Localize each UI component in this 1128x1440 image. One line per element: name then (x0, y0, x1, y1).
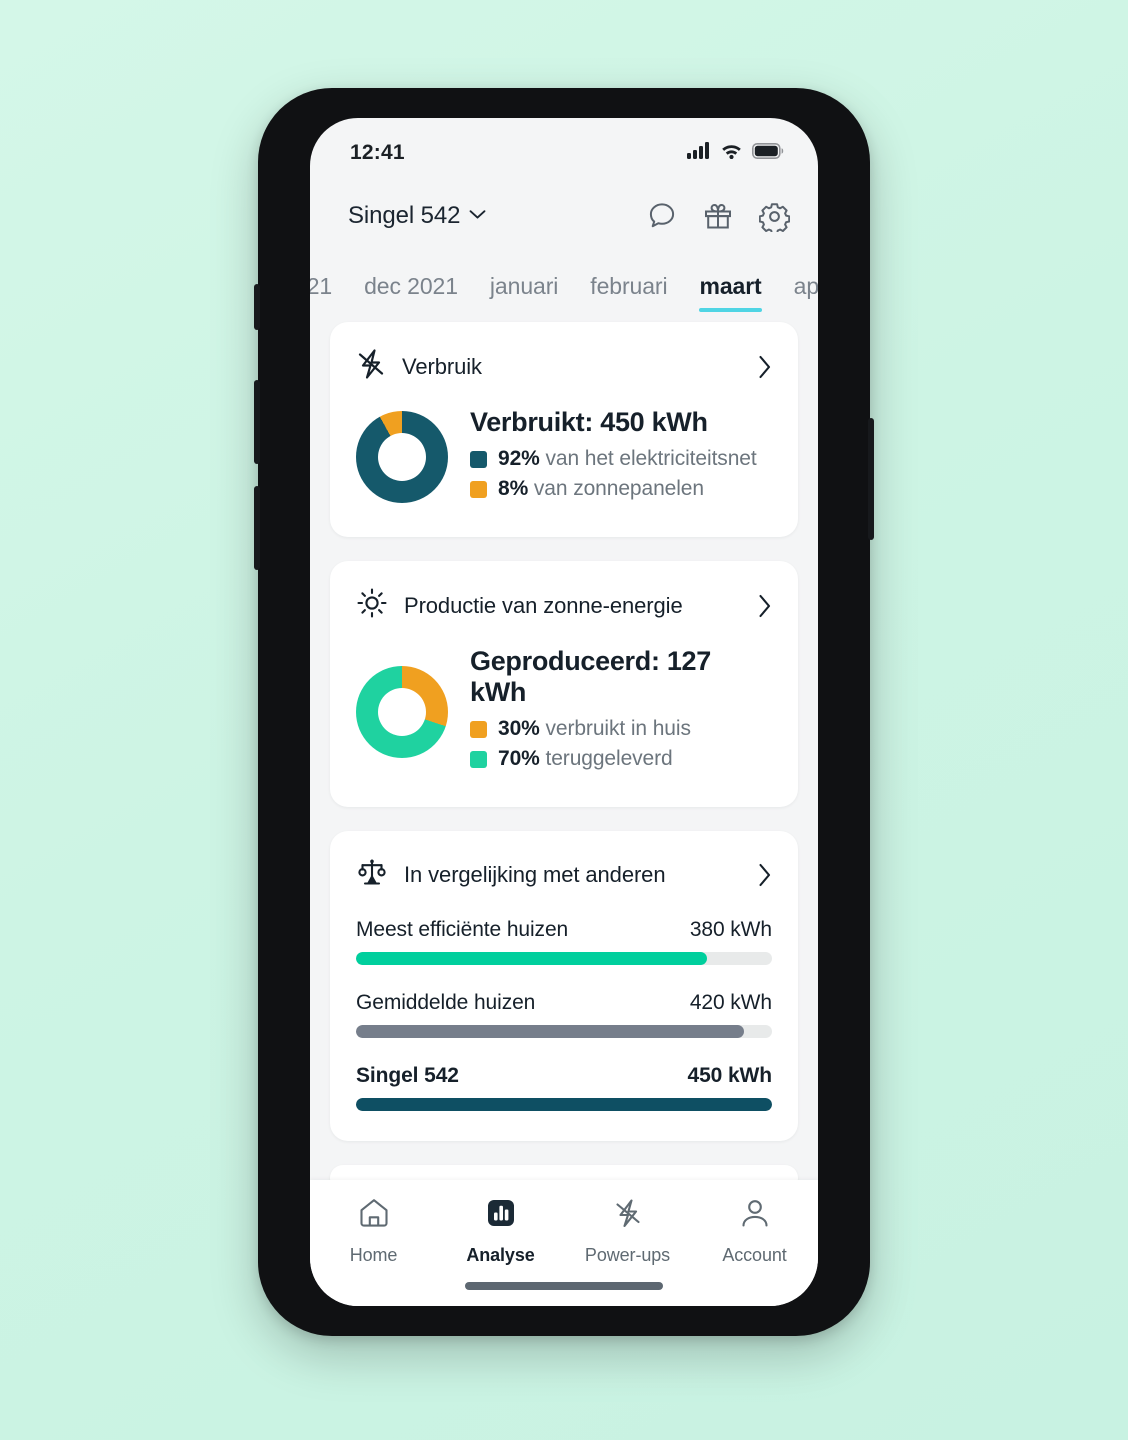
production-card-title: Productie van zonne-energie (404, 592, 683, 618)
consumption-total: Verbruikt: 450 kWh (470, 407, 708, 437)
address-label: Singel 542 (348, 202, 461, 229)
phone-side-button-silence[interactable] (254, 284, 260, 330)
nav-item-analyse[interactable]: Analyse (437, 1196, 564, 1266)
address-picker[interactable]: Singel 542 (348, 202, 486, 230)
production-donut-chart (356, 665, 448, 758)
month-tab-4[interactable]: maart (683, 273, 777, 312)
nav-item-account[interactable]: Account (691, 1196, 818, 1266)
gift-icon[interactable] (703, 201, 733, 231)
nav-label-power-ups: Power-ups (584, 1245, 671, 1265)
phone-side-button-volume-down[interactable] (254, 486, 260, 570)
comparison-row-header: Meest efficiënte huizen 380 kWh (356, 918, 772, 942)
legend-label-solar: 8% van zonnepanelen (498, 477, 704, 500)
status-bar-icons (687, 142, 784, 164)
legend-label-home-use: 30% verbruikt in huis (498, 717, 691, 740)
consumption-donut-chart (356, 411, 448, 503)
legend-swatch-home-use (470, 720, 487, 738)
person-icon (738, 1196, 772, 1235)
chevron-right-icon[interactable] (758, 863, 772, 887)
consumption-card-title: Verbruik (402, 353, 482, 379)
comparison-row-efficient: Meest efficiënte huizen 380 kWh (356, 918, 772, 965)
bar-chart-icon (484, 1196, 518, 1235)
comparison-row-value: 380 kWh (689, 918, 772, 941)
chevron-down-icon (469, 207, 486, 225)
consumption-card-header[interactable]: Verbruik (356, 348, 772, 385)
comparison-card-header[interactable]: In vergelijking met anderen (356, 857, 772, 892)
battery-icon (752, 142, 784, 164)
status-bar: 12:41 (310, 118, 818, 174)
app-header: Singel 542 (310, 174, 818, 238)
chevron-right-icon[interactable] (758, 594, 772, 618)
comparison-row-header: Singel 542 450 kWh (356, 1064, 772, 1088)
nav-label-home: Home (349, 1245, 398, 1265)
month-tab-5[interactable]: ap (778, 273, 818, 312)
lightning-bolt-icon (611, 1196, 645, 1235)
wifi-icon (720, 142, 743, 164)
production-card[interactable]: Productie van zonne-energie Geproduceerd… (330, 561, 798, 807)
comparison-row-label: Gemiddelde huizen (356, 991, 536, 1014)
comparison-row-track (356, 952, 772, 965)
comparison-card-title: In vergelijking met anderen (404, 861, 666, 887)
month-tab-3[interactable]: februari (574, 273, 683, 312)
comparison-row-value: 450 kWh (687, 1064, 773, 1087)
comparison-row-fill (356, 1098, 772, 1111)
phone-side-button-volume-up[interactable] (254, 380, 260, 464)
legend-swatch-solar (470, 480, 487, 498)
comparison-row-track (356, 1098, 772, 1111)
month-tab-0[interactable]: 021 (310, 273, 348, 312)
production-chart-row: Geproduceerd: 127 kWh 30% verbruikt in h… (356, 646, 772, 777)
phone-screen: 12:41 Singel 542 21 dec 2021 januari feb… (310, 118, 818, 1306)
consumption-legend-item-grid: 92% van het elektriciteitsnet (470, 447, 772, 471)
nav-label-analyse: Analyse (466, 1245, 535, 1265)
legend-label-grid: 92% van het elektriciteitsnet (498, 447, 757, 470)
phone-frame: 12:41 Singel 542 21 dec 2021 januari feb… (254, 88, 874, 1336)
home-icon (357, 1196, 391, 1235)
chat-icon[interactable] (647, 201, 677, 231)
comparison-row-label: Meest efficiënte huizen (356, 918, 569, 941)
month-tab-1[interactable]: dec 2021 (348, 273, 474, 312)
content-scroll-area[interactable]: Verbruik Verbruikt: 450 kWh 92% van het … (310, 312, 818, 1184)
header-actions (647, 201, 790, 232)
comparison-row-label: Singel 542 (356, 1064, 459, 1087)
gear-icon[interactable] (759, 201, 790, 232)
comparison-row-average: Gemiddelde huizen 420 kWh (356, 991, 772, 1038)
legend-swatch-grid (470, 450, 487, 468)
comparison-row-header: Gemiddelde huizen 420 kWh (356, 991, 772, 1015)
consumption-summary: Verbruikt: 450 kWh 92% van het elektrici… (470, 407, 772, 507)
legend-label-returned: 70% teruggeleverd (498, 747, 673, 770)
production-total: Geproduceerd: 127 kWh (470, 646, 711, 707)
production-summary: Geproduceerd: 127 kWh 30% verbruikt in h… (470, 646, 772, 777)
legend-swatch-returned (470, 750, 487, 768)
nav-item-home[interactable]: Home (310, 1196, 437, 1266)
cellular-signal-icon (687, 142, 711, 164)
production-legend-item-returned: 70% teruggeleverd (470, 747, 772, 771)
consumption-chart-row: Verbruikt: 450 kWh 92% van het elektrici… (356, 407, 772, 507)
month-tab-2[interactable]: januari (474, 273, 574, 312)
nav-label-account: Account (722, 1245, 787, 1265)
production-legend-item-home: 30% verbruikt in huis (470, 717, 772, 741)
lightning-bolt-icon (356, 348, 386, 385)
nav-item-power-ups[interactable]: Power-ups (564, 1196, 691, 1266)
comparison-row-fill (356, 1025, 745, 1038)
month-tabs[interactable]: 021 dec 2021 januari februari maart ap (310, 238, 818, 312)
comparison-row-self: Singel 542 450 kWh (356, 1064, 772, 1111)
phone-side-button-power[interactable] (868, 418, 874, 540)
home-indicator[interactable] (465, 1282, 663, 1290)
bottom-navigation: Home Analyse Power-ups Account (310, 1180, 818, 1306)
consumption-card[interactable]: Verbruik Verbruikt: 450 kWh 92% van het … (330, 322, 798, 537)
comparison-row-value: 420 kWh (689, 991, 772, 1014)
production-card-header[interactable]: Productie van zonne-energie (356, 587, 772, 624)
chevron-right-icon[interactable] (758, 355, 772, 379)
sun-icon (356, 587, 388, 624)
comparison-row-track (356, 1025, 772, 1038)
comparison-card[interactable]: In vergelijking met anderen Meest effici… (330, 831, 798, 1141)
status-bar-time: 12:41 (350, 141, 405, 164)
balance-scale-icon (356, 857, 388, 892)
comparison-row-fill (356, 952, 708, 965)
consumption-legend-item-solar: 8% van zonnepanelen (470, 477, 772, 501)
